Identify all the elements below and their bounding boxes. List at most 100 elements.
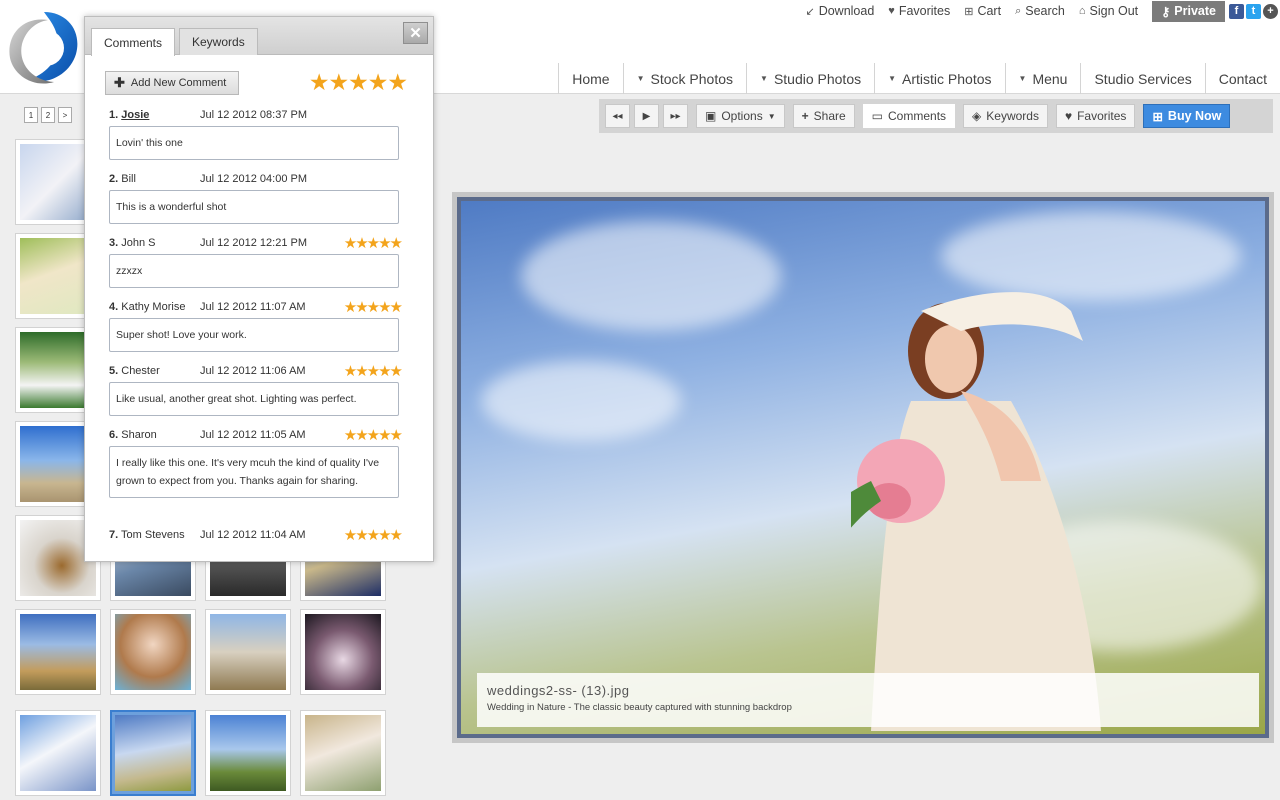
- private-button[interactable]: ⚷ Private: [1152, 0, 1225, 22]
- nav-home-label: Home: [572, 70, 610, 87]
- cart-icon: ⊞: [1152, 109, 1163, 124]
- comment-icon: ▭: [871, 109, 884, 123]
- nav-studio-photos[interactable]: ▼ Studio Photos: [746, 63, 874, 94]
- tag-icon: ◈: [972, 109, 982, 123]
- comment-item: 7. Tom Stevens Jul 12 2012 11:04 AM ★★★★★: [109, 527, 403, 545]
- buy-now-label: Buy Now: [1167, 109, 1222, 123]
- star-icon[interactable]: ★: [368, 69, 389, 96]
- thumbnail[interactable]: [15, 609, 101, 695]
- favorites-label: Favorites: [898, 4, 951, 18]
- nav-home[interactable]: Home: [558, 63, 622, 94]
- comment-date: Jul 12 2012 11:06 AM: [200, 365, 306, 377]
- comment-author: John S: [121, 237, 156, 249]
- heart-icon: ♥: [888, 5, 895, 17]
- play-button[interactable]: ▶: [634, 104, 659, 128]
- comment-number: 7.: [109, 529, 119, 541]
- home-icon: ⌂: [1078, 5, 1086, 17]
- buy-now-button[interactable]: ⊞ Buy Now: [1143, 104, 1231, 128]
- comment-number: 4.: [109, 301, 119, 313]
- options-button[interactable]: ▣ Options ▼: [696, 104, 785, 128]
- thumbnail[interactable]: [300, 609, 386, 695]
- keywords-label: Keywords: [986, 109, 1039, 123]
- comments-label: Comments: [888, 109, 947, 123]
- comment-item: 2. Bill Jul 12 2012 04:00 PM This is a wo…: [109, 173, 401, 224]
- image-icon: ▣: [705, 109, 717, 123]
- plus-icon[interactable]: +: [1263, 3, 1278, 19]
- comment-text: Super shot! Love your work.: [109, 318, 399, 352]
- private-label: Private: [1174, 4, 1216, 18]
- comment-date: Jul 12 2012 12:21 PM: [200, 237, 308, 249]
- nav-menu-label: Menu: [1032, 70, 1068, 87]
- search-link[interactable]: ⌕ Search: [1015, 4, 1065, 18]
- comment-author: Kathy Morise: [121, 301, 186, 313]
- download-label: Download: [818, 4, 875, 18]
- thumbnail[interactable]: [15, 710, 101, 796]
- nav-studio-services[interactable]: Studio Services: [1080, 63, 1204, 94]
- thumbnail[interactable]: [205, 609, 291, 695]
- comment-author-link[interactable]: Josie: [121, 109, 149, 121]
- thumbnail[interactable]: [300, 710, 386, 796]
- overall-rating[interactable]: ★ ★ ★ ★ ★: [309, 69, 408, 96]
- comments-popup: Comments Keywords ✕ ✚ Add New Comment ★ ★…: [84, 16, 434, 562]
- add-comment-label: Add New Comment: [130, 77, 227, 89]
- comment-rating-stars: ★★★★★: [343, 427, 403, 444]
- thumbnail[interactable]: [110, 609, 196, 695]
- nav-menu[interactable]: ▼ Menu: [1004, 63, 1081, 94]
- tab-keywords-label: Keywords: [192, 35, 245, 49]
- thumbnail[interactable]: [205, 710, 291, 796]
- plus-icon: ✚: [114, 75, 125, 90]
- twitter-icon[interactable]: t: [1246, 3, 1261, 19]
- comment-rating-stars: ★★★★★: [343, 235, 403, 252]
- chevron-down-icon: ▼: [888, 74, 897, 83]
- share-label: Share: [813, 109, 846, 123]
- comment-number: 2.: [109, 173, 119, 185]
- last-photo-button[interactable]: ▸▸: [663, 104, 688, 128]
- cart-label: Cart: [977, 4, 1002, 18]
- sign-out-link[interactable]: ⌂ Sign Out: [1079, 4, 1138, 18]
- share-button[interactable]: + Share: [792, 104, 855, 128]
- play-icon: ▶: [642, 110, 651, 122]
- comment-number: 3.: [109, 237, 119, 249]
- photo-description: Wedding in Nature - The classic beauty c…: [487, 702, 792, 713]
- nav-contact-label: Contact: [1218, 70, 1267, 87]
- add-comment-button[interactable]: ✚ Add New Comment: [105, 71, 239, 95]
- keywords-button[interactable]: ◈ Keywords: [963, 104, 1048, 128]
- tab-comments[interactable]: Comments: [91, 28, 176, 56]
- close-button[interactable]: ✕: [403, 22, 428, 44]
- nav-artistic-photos[interactable]: ▼ Artistic Photos: [874, 63, 1004, 94]
- download-link[interactable]: ↙ Download: [805, 4, 874, 18]
- page-2-button[interactable]: 2: [41, 107, 55, 123]
- star-icon[interactable]: ★: [309, 69, 330, 96]
- nav-stock-photos[interactable]: ▼ Stock Photos: [622, 63, 746, 94]
- next-page-button[interactable]: >: [58, 107, 72, 123]
- favorites-button[interactable]: ♥ Favorites: [1055, 104, 1136, 128]
- comment-item: 6. Sharon Jul 12 2012 11:05 AM ★★★★★ I rea…: [109, 427, 403, 498]
- sign-out-label: Sign Out: [1089, 4, 1139, 18]
- nav-contact[interactable]: Contact: [1204, 63, 1280, 94]
- comment-author: Chester: [121, 365, 160, 377]
- comment-number: 6.: [109, 429, 119, 441]
- comment-text: Lovin' this one: [109, 126, 399, 160]
- plus-icon: +: [801, 109, 809, 123]
- comment-date: Jul 12 2012 11:07 AM: [200, 301, 306, 313]
- comment-author: Sharon: [121, 429, 157, 441]
- facebook-icon[interactable]: f: [1229, 3, 1244, 19]
- tab-keywords[interactable]: Keywords: [179, 28, 258, 55]
- star-icon[interactable]: ★: [387, 69, 408, 96]
- comments-button[interactable]: ▭ Comments: [862, 104, 956, 128]
- download-icon: ↙: [805, 5, 815, 18]
- comment-date: Jul 12 2012 04:00 PM: [200, 173, 308, 185]
- comment-text: I really like this one. It's very mcuh t…: [109, 446, 399, 498]
- star-icon[interactable]: ★: [329, 69, 350, 96]
- logo[interactable]: [8, 10, 80, 86]
- favorites-link[interactable]: ♥ Favorites: [888, 4, 950, 18]
- skip-back-icon: ◂◂: [612, 110, 623, 122]
- page-1-button[interactable]: 1: [24, 107, 38, 123]
- search-icon: ⌕: [1015, 4, 1022, 17]
- main-photo[interactable]: weddings2-ss- (13).jpg Wedding in Nature…: [457, 197, 1269, 738]
- thumbnail-active[interactable]: [110, 710, 196, 796]
- first-photo-button[interactable]: ◂◂: [605, 104, 630, 128]
- star-icon[interactable]: ★: [348, 69, 369, 96]
- options-label: Options: [721, 109, 763, 123]
- cart-link[interactable]: ⊞ Cart: [964, 4, 1001, 18]
